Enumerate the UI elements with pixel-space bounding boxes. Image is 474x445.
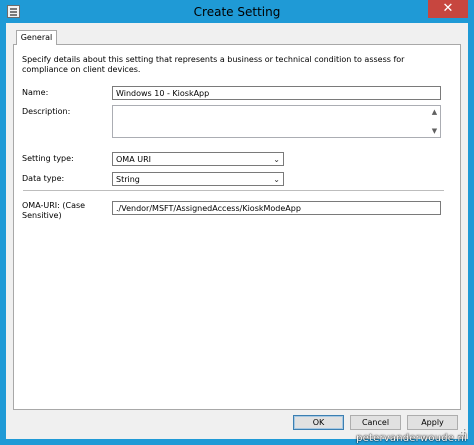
tab-general[interactable]: General: [16, 30, 57, 45]
dialog-client-area: General Specify details about this setti…: [6, 23, 468, 439]
ok-button[interactable]: OK: [293, 415, 344, 430]
name-input[interactable]: Windows 10 - KioskApp: [112, 86, 441, 100]
description-textarea[interactable]: ▲ ▼: [112, 105, 441, 138]
description-label: Description:: [22, 107, 71, 116]
title-bar[interactable]: Create Setting ✕: [0, 0, 474, 23]
chevron-down-icon: ⌄: [273, 155, 280, 164]
oma-uri-input[interactable]: ./Vendor/MSFT/AssignedAccess/KioskModeAp…: [112, 201, 441, 215]
setting-type-select[interactable]: OMA URI ⌄: [112, 152, 284, 166]
close-button[interactable]: ✕: [428, 0, 468, 18]
name-label: Name:: [22, 88, 49, 97]
data-type-select[interactable]: String ⌄: [112, 172, 284, 186]
cancel-button[interactable]: Cancel: [350, 415, 401, 430]
oma-uri-label: OMA-URI: (Case Sensitive): [22, 201, 86, 220]
data-type-label: Data type:: [22, 174, 65, 183]
section-divider: [23, 190, 444, 192]
create-setting-window: Create Setting ✕ General Specify details…: [0, 0, 474, 445]
data-type-value: String: [116, 175, 140, 184]
setting-description-text: Specify details about this setting that …: [22, 55, 405, 74]
chevron-down-icon: ⌄: [273, 175, 280, 184]
watermark-text: petervanderwoude.nl: [356, 433, 467, 444]
setting-type-label: Setting type:: [22, 154, 74, 163]
description-scrollbar[interactable]: ▲ ▼: [429, 106, 440, 137]
apply-button[interactable]: Apply: [407, 415, 458, 430]
window-title: Create Setting: [193, 5, 281, 19]
scroll-down-icon[interactable]: ▼: [429, 126, 440, 136]
setting-type-value: OMA URI: [116, 155, 151, 164]
scroll-up-icon[interactable]: ▲: [429, 107, 440, 117]
